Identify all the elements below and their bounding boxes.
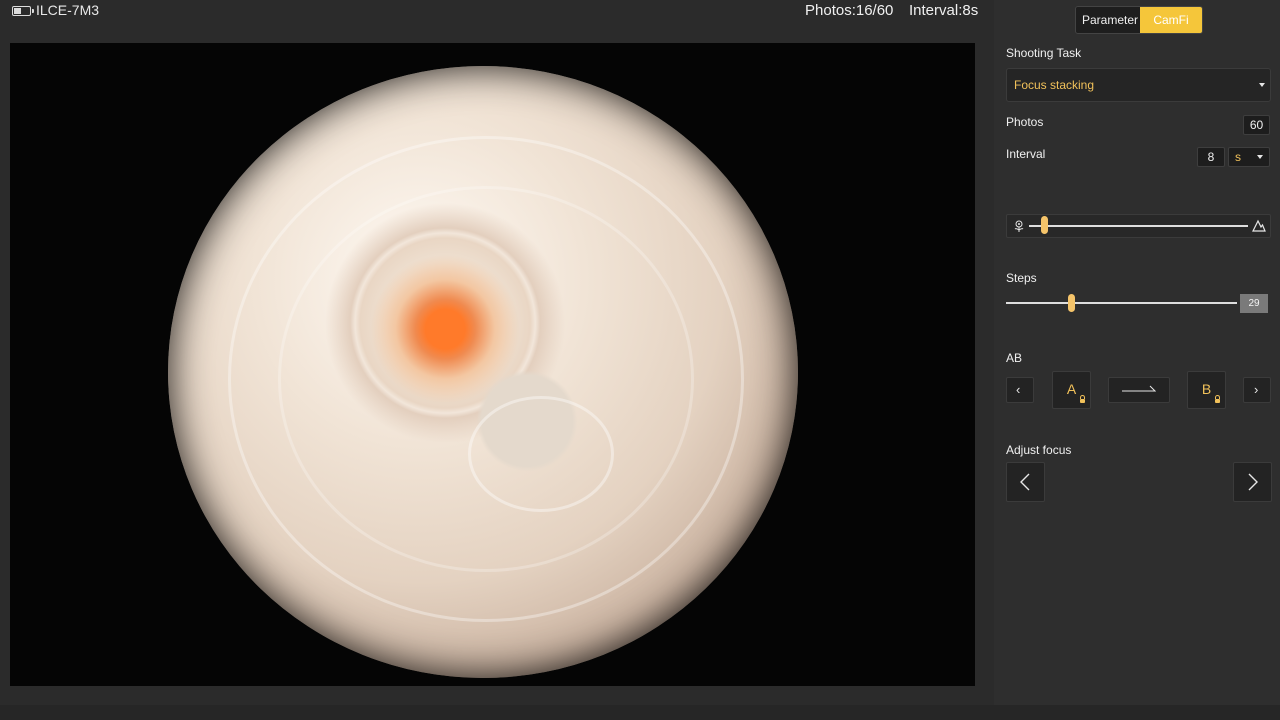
chevron-right-icon: › (1254, 382, 1259, 397)
steps-slider-handle[interactable] (1068, 294, 1075, 312)
point-a-label: A (1066, 381, 1077, 397)
focus-far-button[interactable] (1233, 462, 1272, 502)
mountain-icon (1252, 219, 1266, 232)
lock-icon (1080, 395, 1085, 403)
interval-label: Interval (1006, 147, 1046, 161)
focus-near-button[interactable] (1006, 462, 1045, 502)
chevron-left-icon: ‹ (1016, 382, 1021, 397)
interval-status: Interval:8s (909, 2, 979, 19)
ab-next-button[interactable]: › (1243, 377, 1271, 403)
a-to-b-direction-button[interactable] (1108, 377, 1170, 403)
interval-input[interactable]: 8 (1197, 147, 1225, 167)
steps-slider-track[interactable] (1006, 302, 1237, 304)
focus-range-slider[interactable] (1006, 214, 1271, 238)
shooting-task-value: Focus stacking (1014, 78, 1095, 92)
tab-camfi-zf[interactable]: CamFi ZF (1140, 7, 1202, 33)
live-view-preview[interactable] (10, 43, 975, 686)
interval-unit-value: s (1235, 150, 1241, 164)
flower-icon (1014, 220, 1024, 232)
steps-value: 29 (1240, 294, 1268, 313)
camera-name: ILCE-7M3 (36, 2, 100, 18)
focus-slider-handle[interactable] (1041, 216, 1048, 234)
shooting-task-select[interactable]: Focus stacking (1006, 68, 1271, 102)
adjust-focus-label: Adjust focus (1006, 443, 1072, 457)
top-bar: ILCE-7M3 Photos:16/60 Interval:8s (0, 0, 993, 26)
set-b-button[interactable]: B (1187, 371, 1226, 409)
arrow-right-icon (1122, 385, 1156, 392)
control-panel (994, 0, 1280, 705)
chevron-down-icon (1257, 155, 1263, 159)
bottom-strip (0, 705, 1280, 720)
mode-tabs: Parameter CamFi ZF (1075, 6, 1203, 34)
photos-status: Photos:16/60 (805, 2, 894, 19)
interval-unit-select[interactable]: s (1228, 147, 1270, 167)
steps-label: Steps (1006, 271, 1037, 285)
set-a-button[interactable]: A (1052, 371, 1091, 409)
focus-slider-track (1029, 225, 1248, 227)
ab-prev-button[interactable]: ‹ (1006, 377, 1034, 403)
photos-label: Photos (1006, 115, 1044, 129)
ab-label: AB (1006, 351, 1023, 365)
photos-input[interactable]: 60 (1243, 115, 1270, 135)
shooting-task-label: Shooting Task (1006, 46, 1082, 60)
point-b-label: B (1201, 381, 1212, 397)
carved-ivory-ball-image (168, 66, 798, 678)
tab-parameter[interactable]: Parameter (1076, 7, 1140, 33)
chevron-left-icon (1020, 473, 1030, 491)
lock-icon (1215, 395, 1220, 403)
chevron-down-icon (1259, 83, 1265, 87)
chevron-right-icon (1248, 473, 1258, 491)
battery-icon (12, 6, 34, 16)
